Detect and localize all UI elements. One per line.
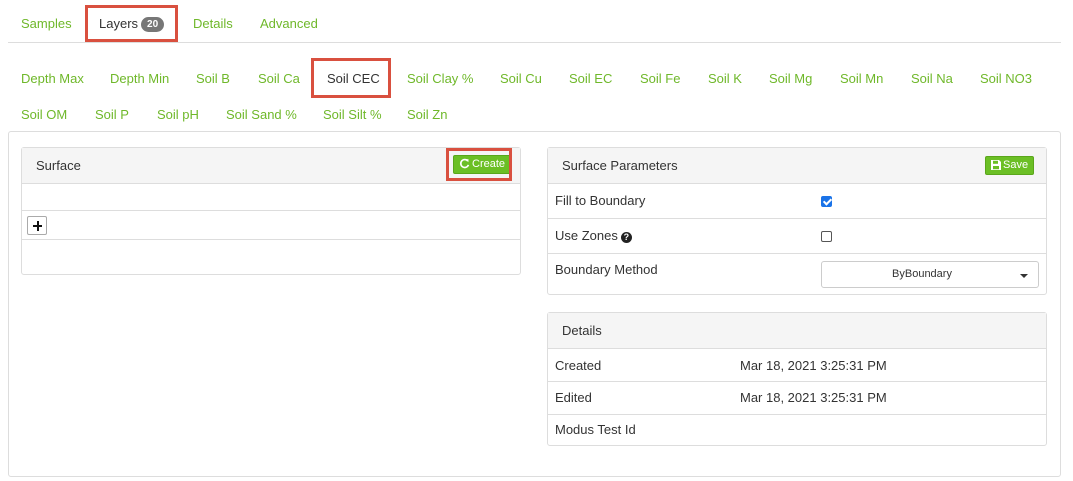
layer-tab-soil-p[interactable]: Soil P <box>95 107 129 122</box>
details-panel-heading: Details <box>548 313 1046 349</box>
parameters-panel-title: Surface Parameters <box>562 158 678 173</box>
layer-tab-soil-om[interactable]: Soil OM <box>21 107 67 122</box>
details-row-edited: Edited Mar 18, 2021 3:25:31 PM <box>548 382 1046 415</box>
details-row-created: Created Mar 18, 2021 3:25:31 PM <box>548 349 1046 382</box>
modus-test-id-label: Modus Test Id <box>555 422 636 437</box>
layer-tab-soil-fe[interactable]: Soil Fe <box>640 71 680 86</box>
layer-tab-soil-b[interactable]: Soil B <box>196 71 230 86</box>
layer-tab-soil-k[interactable]: Soil K <box>708 71 742 86</box>
surface-toolbar-row <box>22 210 521 240</box>
tab-layers-label: Layers <box>99 16 139 31</box>
top-tab-bar: Samples Layers 20 Details Advanced <box>8 0 1061 43</box>
save-button[interactable]: Save <box>985 156 1035 175</box>
surface-panel-heading: Surface Create <box>22 148 520 184</box>
create-button-label: Create <box>472 158 506 170</box>
layer-tab-depth-min[interactable]: Depth Min <box>110 71 169 86</box>
layer-tab-soil-ec[interactable]: Soil EC <box>569 71 612 86</box>
edited-value: Mar 18, 2021 3:25:31 PM <box>740 390 887 405</box>
question-circle-icon[interactable]: ? <box>620 232 632 243</box>
layer-tab-soil-zn[interactable]: Soil Zn <box>407 107 447 122</box>
layer-tab-soil-cu[interactable]: Soil Cu <box>500 71 542 86</box>
floppy-disk-icon <box>991 160 1001 170</box>
parameters-panel-heading: Surface Parameters Save <box>548 148 1046 184</box>
boundary-method-select[interactable]: ByBoundary <box>821 261 1039 288</box>
details-panel-title: Details <box>562 323 602 338</box>
details-row-modus-test-id: Modus Test Id <box>548 415 1046 446</box>
create-button[interactable]: Create <box>453 155 512 174</box>
edited-label: Edited <box>555 390 592 405</box>
boundary-method-row: Boundary Method ByBoundary <box>548 254 1046 295</box>
fill-to-boundary-row: Fill to Boundary <box>548 184 1046 219</box>
use-zones-text: Use Zones <box>555 228 618 243</box>
boundary-method-value: ByBoundary <box>892 268 952 280</box>
use-zones-label: Use Zones? <box>555 228 632 243</box>
layer-tab-soil-ph[interactable]: Soil pH <box>157 107 199 122</box>
created-value: Mar 18, 2021 3:25:31 PM <box>740 358 887 373</box>
layer-tab-soil-mg[interactable]: Soil Mg <box>769 71 812 86</box>
add-button[interactable] <box>27 216 47 235</box>
tab-layers[interactable]: Layers 20 <box>99 16 165 32</box>
layer-tab-soil-sand[interactable]: Soil Sand % <box>226 107 297 122</box>
layer-tab-soil-no3[interactable]: Soil NO3 <box>980 71 1032 86</box>
details-panel: Details Created Mar 18, 2021 3:25:31 PM … <box>547 312 1047 446</box>
layers-count-badge: 20 <box>141 17 165 32</box>
save-button-label: Save <box>1003 159 1029 171</box>
use-zones-checkbox[interactable] <box>821 231 832 242</box>
layer-tab-soil-cec[interactable]: Soil CEC <box>327 71 380 86</box>
layer-tab-soil-clay[interactable]: Soil Clay % <box>407 71 473 86</box>
caret-down-icon <box>1020 274 1028 278</box>
tab-advanced[interactable]: Advanced <box>260 16 318 31</box>
tab-samples[interactable]: Samples <box>21 16 72 31</box>
surface-panel: Surface Create <box>21 147 521 275</box>
layer-tab-soil-mn[interactable]: Soil Mn <box>840 71 883 86</box>
use-zones-row: Use Zones? <box>548 219 1046 254</box>
layer-tab-depth-max[interactable]: Depth Max <box>21 71 84 86</box>
refresh-icon <box>459 158 470 169</box>
fill-to-boundary-label: Fill to Boundary <box>555 193 646 208</box>
fill-to-boundary-checkbox[interactable] <box>821 196 832 207</box>
surface-panel-title: Surface <box>36 158 81 173</box>
boundary-method-label: Boundary Method <box>555 262 658 277</box>
layer-tab-soil-na[interactable]: Soil Na <box>911 71 953 86</box>
tab-details[interactable]: Details <box>193 16 233 31</box>
surface-parameters-panel: Surface Parameters Save Fill to Boundary… <box>547 147 1047 295</box>
layer-tab-soil-ca[interactable]: Soil Ca <box>258 71 300 86</box>
layer-tab-soil-silt[interactable]: Soil Silt % <box>323 107 382 122</box>
created-label: Created <box>555 358 602 373</box>
